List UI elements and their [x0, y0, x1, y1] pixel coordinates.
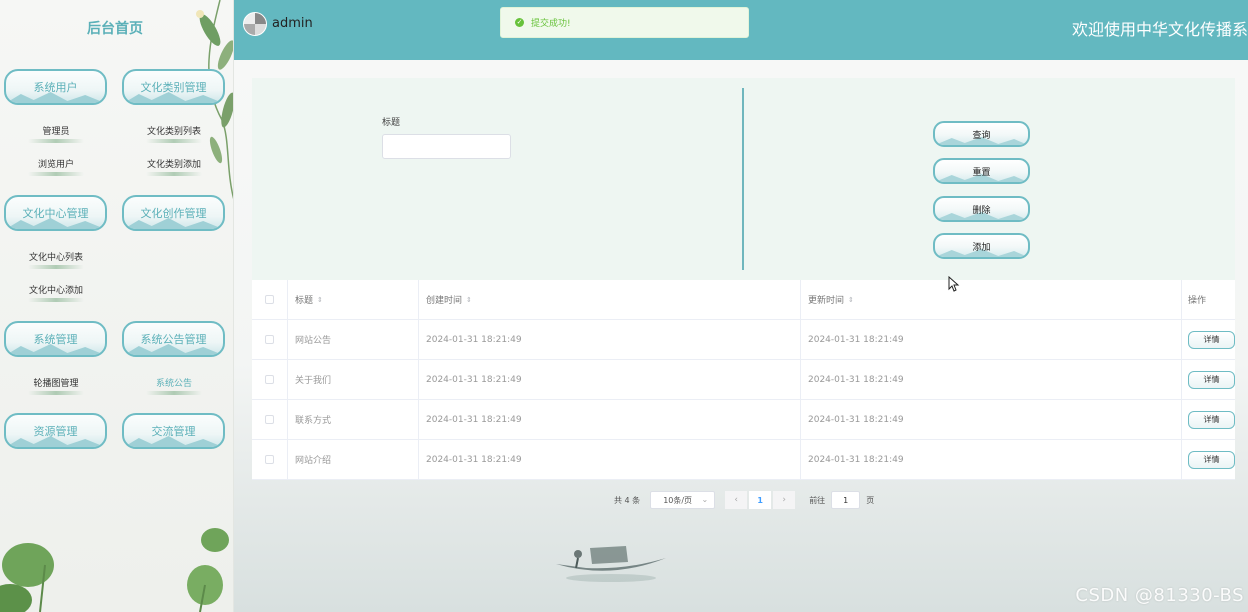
welcome-text: 欢迎使用中华文化传播系统: [1072, 20, 1248, 39]
cell-created: 2024-01-31 18:21:49: [419, 319, 801, 360]
title-search-input[interactable]: [382, 134, 511, 159]
cell-updated: 2024-01-31 18:21:49: [801, 319, 1182, 360]
reset-button[interactable]: 重置: [933, 158, 1030, 184]
row-checkbox[interactable]: [265, 375, 274, 384]
main-content: 标题 查询 重置 删除 添加 标题 ⇕ 创建时间 ⇕ 更新时间 ⇕ 操作 网站公…: [234, 60, 1248, 612]
check-circle-icon: ✓: [515, 18, 524, 27]
cell-updated: 2024-01-31 18:21:49: [801, 399, 1182, 440]
menu-label: 资源管理: [33, 425, 78, 438]
sidebar-item-notice[interactable]: 系统公告: [124, 376, 224, 395]
next-page-button[interactable]: ›: [773, 491, 796, 509]
sidebar-item-carousel[interactable]: 轮播图管理: [6, 376, 106, 395]
sidebar-item-category-list[interactable]: 文化类别列表: [124, 124, 224, 143]
boat-decoration: [556, 546, 666, 582]
sidebar-item-center-add[interactable]: 文化中心添加: [6, 283, 106, 302]
menu-notice-management[interactable]: 系统公告管理: [122, 321, 225, 357]
header-title[interactable]: 标题 ⇕: [288, 279, 419, 320]
prev-page-button[interactable]: ‹: [725, 491, 748, 509]
select-all-checkbox[interactable]: [265, 295, 274, 304]
menu-resource-management[interactable]: 资源管理: [4, 413, 107, 449]
cell-title: 网站介绍: [288, 439, 419, 480]
menu-culture-creation[interactable]: 文化创作管理: [122, 195, 225, 231]
menu-label: 文化类别管理: [140, 81, 207, 94]
data-table: 标题 ⇕ 创建时间 ⇕ 更新时间 ⇕ 操作 网站公告 2024-01-31 18:21…: [252, 279, 1235, 480]
cell-created: 2024-01-31 18:21:49: [419, 439, 801, 480]
query-button[interactable]: 查询: [933, 121, 1030, 147]
title-search-label: 标题: [382, 118, 401, 128]
sidebar: 后台首页 系统用户 文化类别管理 管理员 浏览用户 文化类别列表 文化类别添加 …: [0, 0, 234, 612]
success-toast: ✓ 提交成功!: [500, 7, 749, 38]
sidebar-item-browse-users[interactable]: 浏览用户: [6, 157, 106, 176]
menu-label: 系统公告管理: [140, 333, 207, 346]
menu-label: 交流管理: [151, 425, 196, 438]
cell-created: 2024-01-31 18:21:49: [419, 399, 801, 440]
row-checkbox[interactable]: [265, 415, 274, 424]
panel-divider: [742, 88, 744, 270]
sidebar-item-admin[interactable]: 管理员: [6, 124, 106, 143]
menu-culture-category[interactable]: 文化类别管理: [122, 69, 225, 105]
mouse-cursor-icon: [948, 276, 960, 292]
page-number[interactable]: 1: [749, 491, 772, 509]
delete-button[interactable]: 删除: [933, 196, 1030, 222]
row-checkbox[interactable]: [265, 335, 274, 344]
select-all-cell: [252, 279, 288, 320]
goto-suffix: 页: [866, 495, 875, 505]
cell-title: 联系方式: [288, 399, 419, 440]
menu-label: 系统用户: [33, 81, 78, 94]
table-row: 网站介绍 2024-01-31 18:21:49 2024-01-31 18:2…: [252, 439, 1235, 480]
chevron-down-icon: ⌄: [701, 495, 709, 504]
table-header-row: 标题 ⇕ 创建时间 ⇕ 更新时间 ⇕ 操作: [252, 279, 1235, 320]
cell-title: 关于我们: [288, 359, 419, 400]
header-created[interactable]: 创建时间 ⇕: [419, 279, 801, 320]
goto-page-input[interactable]: 1: [831, 491, 861, 509]
add-button[interactable]: 添加: [933, 233, 1030, 259]
menu-label: 系统管理: [33, 333, 78, 346]
avatar[interactable]: [243, 12, 267, 36]
detail-button[interactable]: 详情: [1188, 370, 1235, 389]
menu-exchange-management[interactable]: 交流管理: [122, 413, 225, 449]
total-count: 共 4 条: [614, 495, 641, 505]
goto-label: 前往: [809, 495, 826, 505]
menu-culture-center[interactable]: 文化中心管理: [4, 195, 107, 231]
cell-updated: 2024-01-31 18:21:49: [801, 439, 1182, 480]
table-row: 联系方式 2024-01-31 18:21:49 2024-01-31 18:2…: [252, 399, 1235, 440]
page-size-select[interactable]: 10条/页 ⌄: [650, 491, 716, 509]
toast-message: 提交成功!: [531, 19, 571, 29]
menu-label: 文化中心管理: [22, 207, 89, 220]
detail-button[interactable]: 详情: [1188, 330, 1235, 349]
table-row: 关于我们 2024-01-31 18:21:49 2024-01-31 18:2…: [252, 359, 1235, 400]
search-panel: 标题 查询 重置 删除 添加: [252, 78, 1235, 280]
sidebar-item-category-add[interactable]: 文化类别添加: [124, 157, 224, 176]
header-updated[interactable]: 更新时间 ⇕: [801, 279, 1182, 320]
menu-system-management[interactable]: 系统管理: [4, 321, 107, 357]
sort-icon: ⇕: [466, 295, 472, 304]
table-row: 网站公告 2024-01-31 18:21:49 2024-01-31 18:2…: [252, 319, 1235, 360]
sidebar-item-center-list[interactable]: 文化中心列表: [6, 250, 106, 269]
lotus-leaves-decoration: [0, 528, 229, 612]
pagination: 共 4 条 10条/页 ⌄ ‹ 1 › 前往 1 页: [614, 491, 874, 509]
menu-label: 文化创作管理: [140, 207, 207, 220]
username[interactable]: admin: [272, 16, 313, 31]
cell-title: 网站公告: [288, 319, 419, 360]
sidebar-home-title[interactable]: 后台首页: [0, 18, 233, 38]
watermark: CSDN @81330-BS: [1075, 585, 1244, 606]
sort-icon: ⇕: [848, 295, 854, 304]
header-ops: 操作: [1188, 296, 1207, 306]
row-checkbox[interactable]: [265, 455, 274, 464]
cell-updated: 2024-01-31 18:21:49: [801, 359, 1182, 400]
detail-button[interactable]: 详情: [1188, 410, 1235, 429]
sort-icon: ⇕: [317, 295, 323, 304]
menu-system-users[interactable]: 系统用户: [4, 69, 107, 105]
detail-button[interactable]: 详情: [1188, 450, 1235, 469]
cell-created: 2024-01-31 18:21:49: [419, 359, 801, 400]
